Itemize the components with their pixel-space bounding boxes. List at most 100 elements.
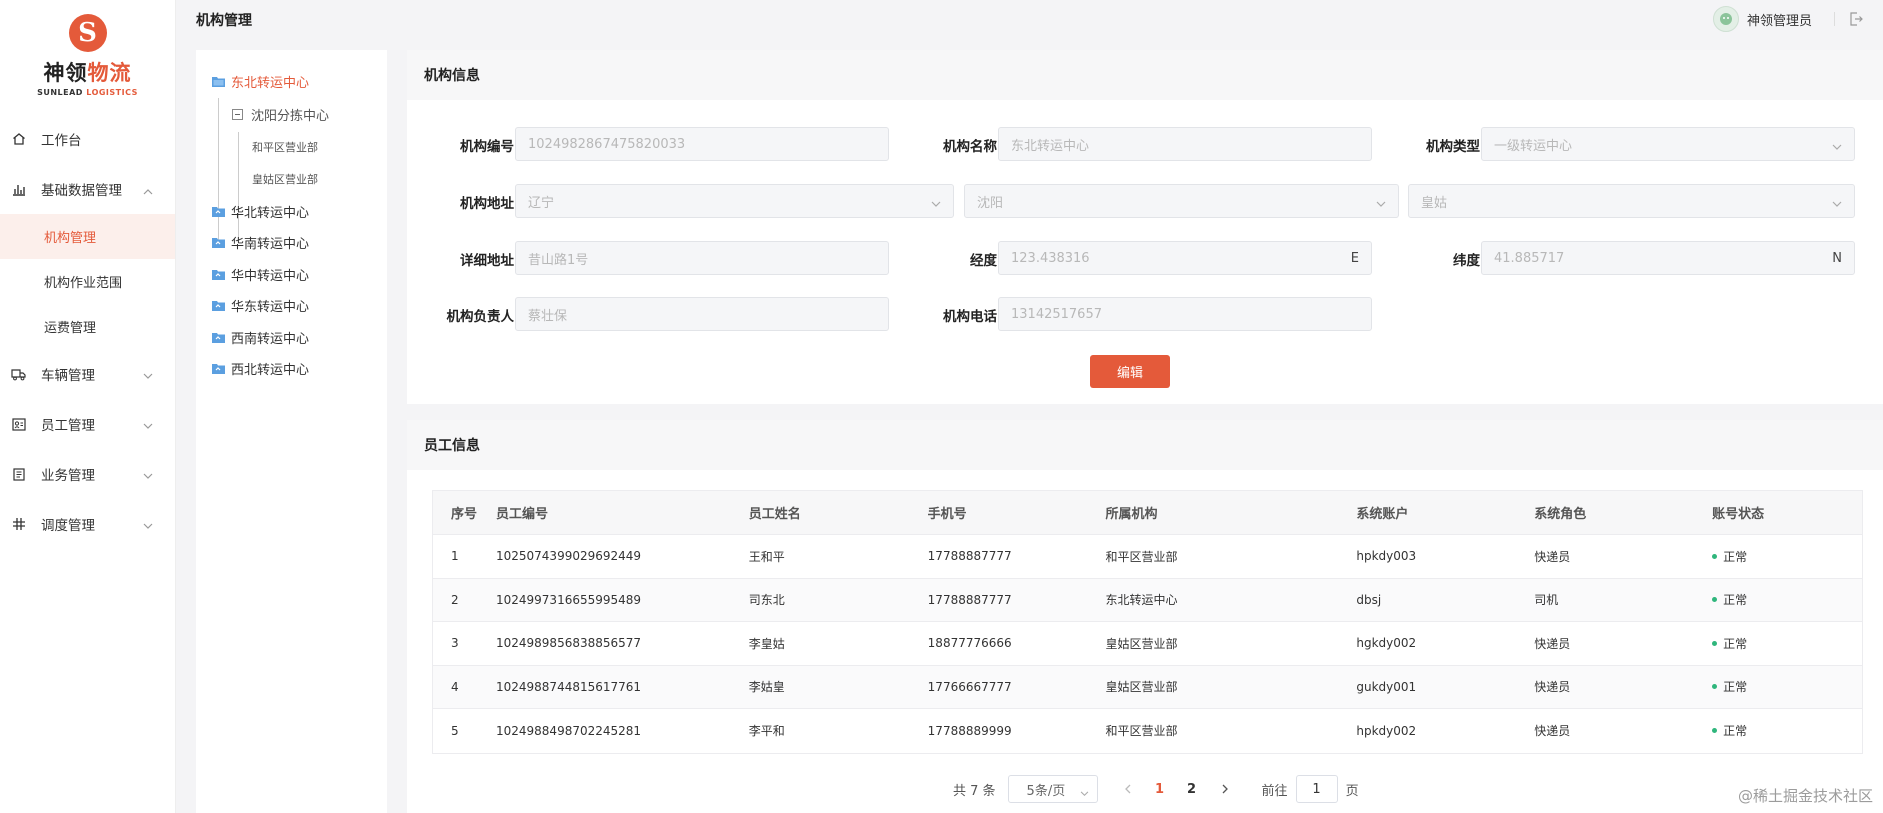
menu-item-workbench[interactable]: 工作台 [0, 114, 175, 164]
org-manager-field[interactable]: 蔡壮保 [515, 297, 889, 331]
page-size-select[interactable]: 5条/页 [1007, 775, 1098, 803]
field-value: 123.438316 [1011, 250, 1090, 266]
table-row[interactable]: 2 1024997316655995489 司东北 17788887777 东北… [433, 578, 1862, 622]
submenu-item-org-scope[interactable]: 机构作业范围 [0, 259, 175, 304]
cell-account: gukdy001 [1356, 679, 1417, 694]
label-org-type: 机构类型 [1426, 139, 1480, 155]
menu-item-business[interactable]: 业务管理 [0, 449, 175, 499]
org-code-field[interactable]: 1024982867475820033 [515, 127, 889, 161]
cell-staff-name: 司东北 [748, 593, 785, 608]
org-phone-field[interactable]: 13142517657 [998, 297, 1372, 331]
tree-node-east[interactable]: 华东转运中心 [196, 290, 387, 322]
chevron-down-icon [1832, 197, 1842, 212]
tree-node-label: 华中转运中心 [231, 268, 310, 284]
table-row[interactable]: 1 1025074399029692449 王和平 17788887777 和平… [433, 535, 1862, 579]
brand-logo[interactable]: S 神领物流 SUNLEAD LOGISTICS [0, 0, 175, 104]
logout-icon[interactable] [1849, 12, 1863, 26]
edit-button[interactable]: 编辑 [1090, 355, 1170, 388]
tree-node-southwest[interactable]: 西南转运中心 [196, 322, 387, 354]
tree-leaf[interactable]: 和平区营业部 [196, 131, 387, 164]
folder-icon [212, 206, 225, 217]
cell-role: 快递员 [1534, 680, 1571, 695]
goto-unit: 页 [1345, 783, 1359, 799]
cell-index: 1 [451, 549, 459, 564]
menu-item-label: 调度管理 [41, 518, 95, 534]
hash-icon [11, 517, 26, 532]
status-text: 正常 [1723, 724, 1748, 739]
chart-icon [11, 182, 26, 197]
tree-node-central[interactable]: 华中转运中心 [196, 259, 387, 291]
header-divider [1834, 12, 1835, 26]
folder-open-icon [212, 77, 225, 88]
district-select[interactable]: 皇姑 [1408, 184, 1855, 218]
column-header: 账号状态 [1712, 507, 1765, 522]
detail-address-field[interactable]: 昔山路1号 [515, 241, 889, 275]
cell-phone: 18877776666 [927, 636, 1012, 651]
menu-item-basic-data[interactable]: 基础数据管理 [0, 164, 175, 214]
cell-org: 东北转运中心 [1105, 593, 1178, 608]
tree-node-label: 沈阳分拣中心 [251, 108, 330, 124]
staff-table: 序号 员工编号 员工姓名 手机号 所属机构 系统账户 系统角色 账号状态 1 1… [432, 490, 1863, 754]
city-select[interactable]: 沈阳 [964, 184, 1399, 218]
submenu-item-freight[interactable]: 运费管理 [0, 304, 175, 349]
tree-leaf[interactable]: 皇姑区营业部 [196, 163, 387, 196]
next-page-button[interactable] [1212, 775, 1240, 803]
avatar[interactable] [1712, 6, 1739, 32]
status-dot-icon [1712, 553, 1718, 559]
menu-item-label: 车辆管理 [41, 368, 95, 384]
cell-phone: 17766667777 [927, 679, 1012, 694]
logo-mark-icon: S [68, 14, 107, 52]
cell-staff-no: 1024989856838856577 [495, 636, 642, 651]
page-number-button[interactable]: 1 [1146, 775, 1174, 803]
cell-index: 5 [451, 723, 459, 738]
status-dot-icon [1712, 640, 1718, 646]
column-header: 系统角色 [1534, 507, 1587, 522]
sidebar: S 神领物流 SUNLEAD LOGISTICS 工作台 基础数据管理 机构管理… [0, 0, 176, 813]
brand-subtitle: SUNLEAD LOGISTICS [37, 88, 138, 97]
table-row[interactable]: 4 1024988744815617761 李姑皇 17766667777 皇姑… [433, 665, 1862, 709]
tree-node-label: 西南转运中心 [231, 331, 310, 347]
table-row[interactable]: 5 1024988498702245281 李平和 17788889999 和平… [433, 709, 1862, 753]
cell-role: 司机 [1534, 593, 1559, 608]
tree-node-child[interactable]: 沈阳分拣中心 [196, 98, 387, 131]
page-number-button[interactable]: 2 [1178, 775, 1206, 803]
menu-item-vehicles[interactable]: 车辆管理 [0, 349, 175, 399]
field-value: 41.885717 [1494, 250, 1565, 266]
column-header: 序号 [451, 507, 478, 522]
field-value: 辽宁 [528, 195, 555, 211]
province-select[interactable]: 辽宁 [515, 184, 954, 218]
prev-page-button[interactable] [1114, 775, 1142, 803]
org-name-field[interactable]: 东北转运中心 [998, 127, 1372, 161]
tree-node-root[interactable]: 东北转运中心 [196, 66, 387, 98]
table-header: 序号 员工编号 员工姓名 手机号 所属机构 系统账户 系统角色 账号状态 [433, 491, 1862, 535]
org-type-select[interactable]: 一级转运中心 [1481, 127, 1855, 161]
label-org-address: 机构地址 [460, 196, 514, 212]
chevron-down-icon [143, 368, 153, 384]
column-header: 系统账户 [1356, 507, 1409, 522]
menu-item-label: 基础数据管理 [41, 183, 122, 199]
tree-node-northwest[interactable]: 西北转运中心 [196, 353, 387, 385]
longitude-field[interactable]: 123.438316 E [998, 241, 1372, 275]
menu-item-staff[interactable]: 员工管理 [0, 399, 175, 449]
chevron-up-icon [143, 183, 153, 199]
collapse-icon[interactable] [232, 108, 243, 120]
tree-node-north[interactable]: 华北转运中心 [196, 196, 387, 228]
field-value: 蔡壮保 [528, 308, 568, 324]
chevron-down-icon [143, 518, 153, 534]
table-row[interactable]: 3 1024989856838856577 李皇姑 18877776666 皇姑… [433, 622, 1862, 666]
tree-node-label: 华东转运中心 [231, 300, 310, 316]
chevron-down-icon [143, 418, 153, 434]
menu-item-dispatch[interactable]: 调度管理 [0, 499, 175, 549]
cell-phone: 17788887777 [927, 592, 1012, 607]
chevron-down-icon [1376, 197, 1386, 212]
status-text: 正常 [1723, 636, 1748, 651]
user-name[interactable]: 神领管理员 [1747, 10, 1812, 29]
watermark: @稀土掘金技术社区 [1737, 787, 1873, 805]
tree-node-south[interactable]: 华南转运中心 [196, 227, 387, 259]
latitude-field[interactable]: 41.885717 N [1481, 241, 1855, 275]
chevron-right-icon [1222, 784, 1228, 794]
pagination: 共 7 条 5条/页 1 2 前往 1 页 [953, 775, 1359, 803]
goto-page-input[interactable]: 1 [1295, 775, 1338, 803]
column-header: 所属机构 [1105, 507, 1158, 522]
submenu-item-org-manage[interactable]: 机构管理 [0, 214, 175, 259]
